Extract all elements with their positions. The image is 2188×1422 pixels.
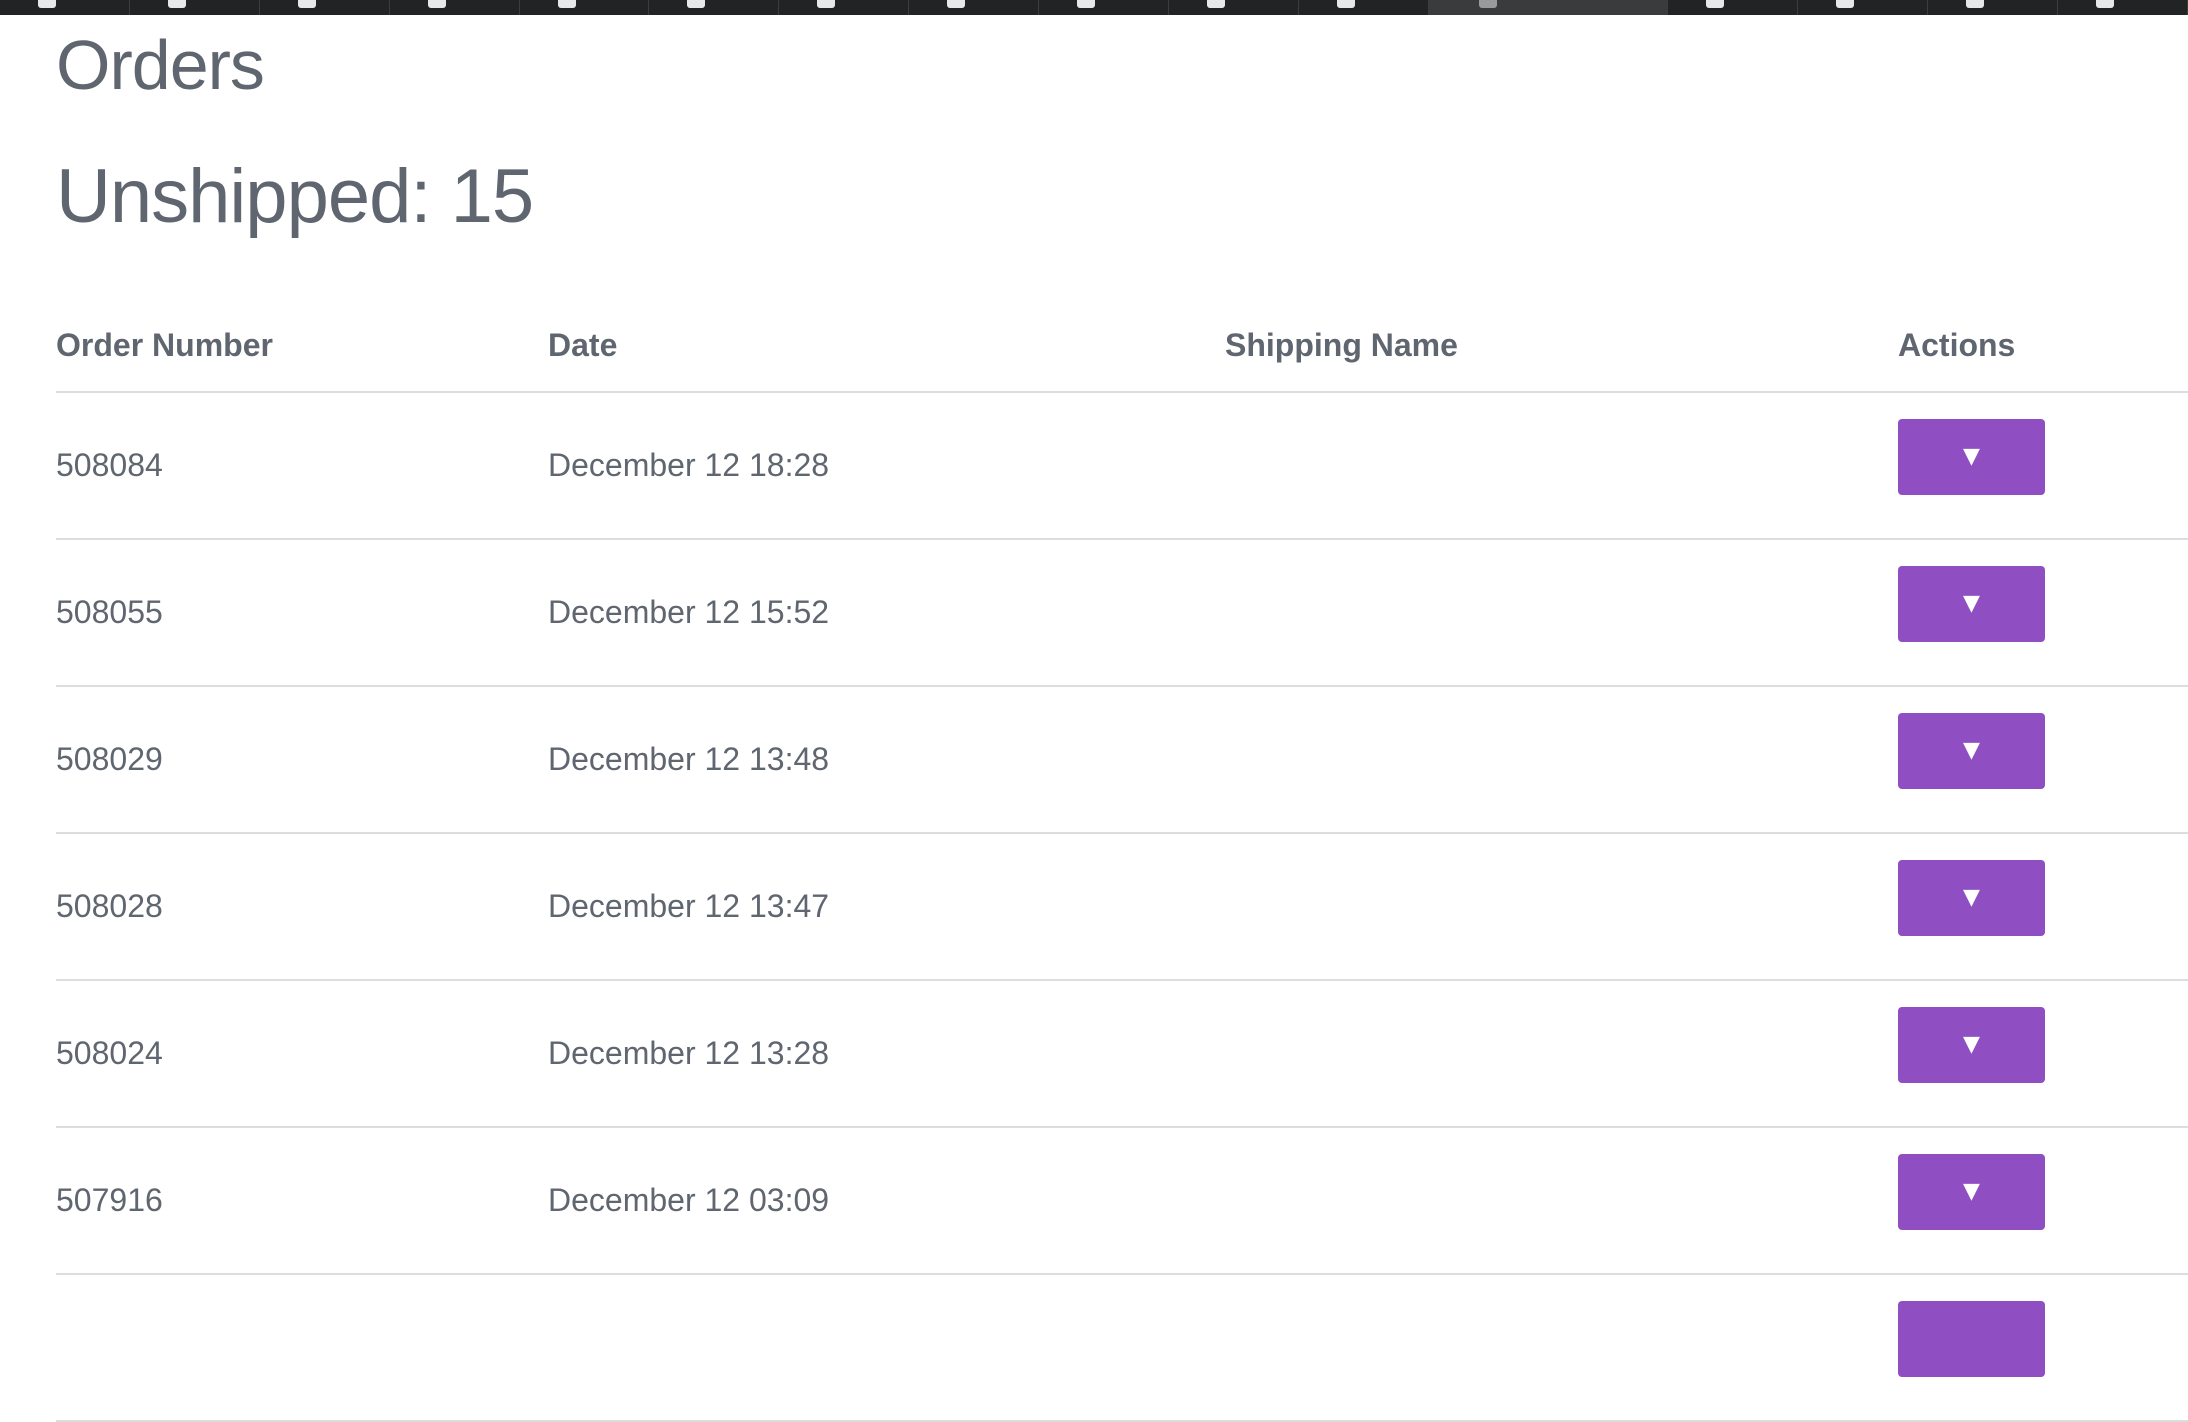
- tab-favicon-icon: [2096, 0, 2115, 8]
- order-date-cell: December 12 13:47: [548, 833, 1225, 981]
- browser-tab-strip: [0, 0, 2188, 15]
- shipping-name-cell: [1225, 686, 1898, 834]
- table-row: [56, 1274, 2188, 1422]
- order-number-cell: 507916: [56, 1127, 548, 1275]
- page-title: Orders: [56, 26, 265, 104]
- caret-down-icon: ▼: [1963, 885, 1980, 910]
- browser-tab[interactable]: [130, 0, 260, 15]
- browser-tab[interactable]: [0, 0, 130, 15]
- tab-favicon-icon: [427, 0, 446, 8]
- order-number-cell: 508055: [56, 539, 548, 687]
- browser-tab[interactable]: [1798, 0, 1929, 15]
- browser-tab[interactable]: [1039, 0, 1169, 15]
- shipping-name-cell: [1225, 392, 1898, 540]
- caret-down-icon: ▼: [1963, 591, 1980, 616]
- table-row: 507916 December 12 03:09 ▼: [56, 1127, 2188, 1275]
- tab-favicon-icon: [1706, 0, 1725, 8]
- order-date-cell: December 12 03:09: [548, 1127, 1225, 1275]
- order-date-cell: December 12 13:48: [548, 686, 1225, 834]
- header-date: Date: [548, 299, 1225, 393]
- shipping-name-cell: [1225, 1127, 1898, 1275]
- browser-tab[interactable]: [260, 0, 390, 15]
- tab-favicon-icon: [817, 0, 836, 8]
- browser-tab[interactable]: [1299, 0, 1429, 15]
- table-row: 508028 December 12 13:47 ▼: [56, 833, 2188, 981]
- actions-cell: [1898, 1274, 2188, 1422]
- shipping-name-cell: [1225, 1274, 1898, 1422]
- actions-dropdown-button[interactable]: ▼: [1898, 1153, 2045, 1230]
- table-header-row: Order Number Date Shipping Name Actions: [56, 299, 2188, 393]
- browser-tab[interactable]: [779, 0, 910, 15]
- actions-cell: ▼: [1898, 833, 2188, 981]
- browser-tab[interactable]: [649, 0, 780, 15]
- shipping-name-cell: [1225, 833, 1898, 981]
- actions-cell: ▼: [1898, 686, 2188, 834]
- order-date-cell: [548, 1274, 1225, 1422]
- tab-favicon-icon: [167, 0, 186, 8]
- caret-down-icon: ▼: [1963, 444, 1980, 469]
- actions-dropdown-button[interactable]: ▼: [1898, 1006, 2045, 1083]
- header-actions: Actions: [1898, 299, 2188, 393]
- shipping-name-cell: [1225, 539, 1898, 687]
- browser-tab-active[interactable]: [1428, 0, 1669, 15]
- browser-tab[interactable]: [520, 0, 650, 15]
- order-number-cell: 508029: [56, 686, 548, 834]
- orders-table: Order Number Date Shipping Name Actions …: [56, 299, 2188, 1422]
- tab-favicon-icon: [687, 0, 706, 8]
- tab-favicon-icon: [1077, 0, 1095, 8]
- order-number-cell: 508084: [56, 392, 548, 540]
- browser-tab[interactable]: [1668, 0, 1799, 15]
- tab-favicon-icon: [1966, 0, 1985, 8]
- order-date-cell: December 12 18:28: [548, 392, 1225, 540]
- tab-favicon-icon: [1336, 0, 1355, 8]
- tab-favicon-icon: [1836, 0, 1855, 8]
- header-shipping-name: Shipping Name: [1225, 299, 1898, 393]
- browser-tab[interactable]: [2058, 0, 2188, 15]
- tab-favicon-icon: [947, 0, 966, 8]
- caret-down-icon: ▼: [1963, 738, 1980, 763]
- table-row: 508084 December 12 18:28 ▼: [56, 392, 2188, 540]
- actions-dropdown-button[interactable]: ▼: [1898, 418, 2045, 495]
- header-order-number: Order Number: [56, 299, 548, 393]
- actions-cell: ▼: [1898, 980, 2188, 1128]
- order-date-cell: December 12 13:28: [548, 980, 1225, 1128]
- tab-favicon-icon: [1206, 0, 1225, 8]
- actions-dropdown-button[interactable]: ▼: [1898, 859, 2045, 936]
- tab-favicon-icon: [557, 0, 576, 8]
- tab-favicon-icon: [297, 0, 316, 8]
- caret-down-icon: ▼: [1963, 1179, 1980, 1204]
- browser-tab[interactable]: [1928, 0, 2059, 15]
- unshipped-count-heading: Unshipped: 15: [56, 154, 534, 239]
- actions-cell: ▼: [1898, 392, 2188, 540]
- actions-dropdown-button[interactable]: ▼: [1898, 565, 2045, 642]
- browser-tab[interactable]: [390, 0, 520, 15]
- caret-down-icon: ▼: [1963, 1032, 1980, 1057]
- order-number-cell: 508024: [56, 980, 548, 1128]
- table-row: 508029 December 12 13:48 ▼: [56, 686, 2188, 834]
- order-number-cell: [56, 1274, 548, 1422]
- tab-favicon-icon: [38, 0, 56, 8]
- actions-cell: ▼: [1898, 1127, 2188, 1275]
- browser-tab[interactable]: [909, 0, 1039, 15]
- order-number-cell: 508028: [56, 833, 548, 981]
- table-row: 508024 December 12 13:28 ▼: [56, 980, 2188, 1128]
- actions-dropdown-button[interactable]: ▼: [1898, 712, 2045, 789]
- browser-tab[interactable]: [1169, 0, 1299, 15]
- actions-dropdown-button[interactable]: [1898, 1300, 2045, 1377]
- actions-cell: ▼: [1898, 539, 2188, 687]
- shipping-name-cell: [1225, 980, 1898, 1128]
- table-row: 508055 December 12 15:52 ▼: [56, 539, 2188, 687]
- tab-favicon-icon: [1478, 0, 1497, 8]
- order-date-cell: December 12 15:52: [548, 539, 1225, 687]
